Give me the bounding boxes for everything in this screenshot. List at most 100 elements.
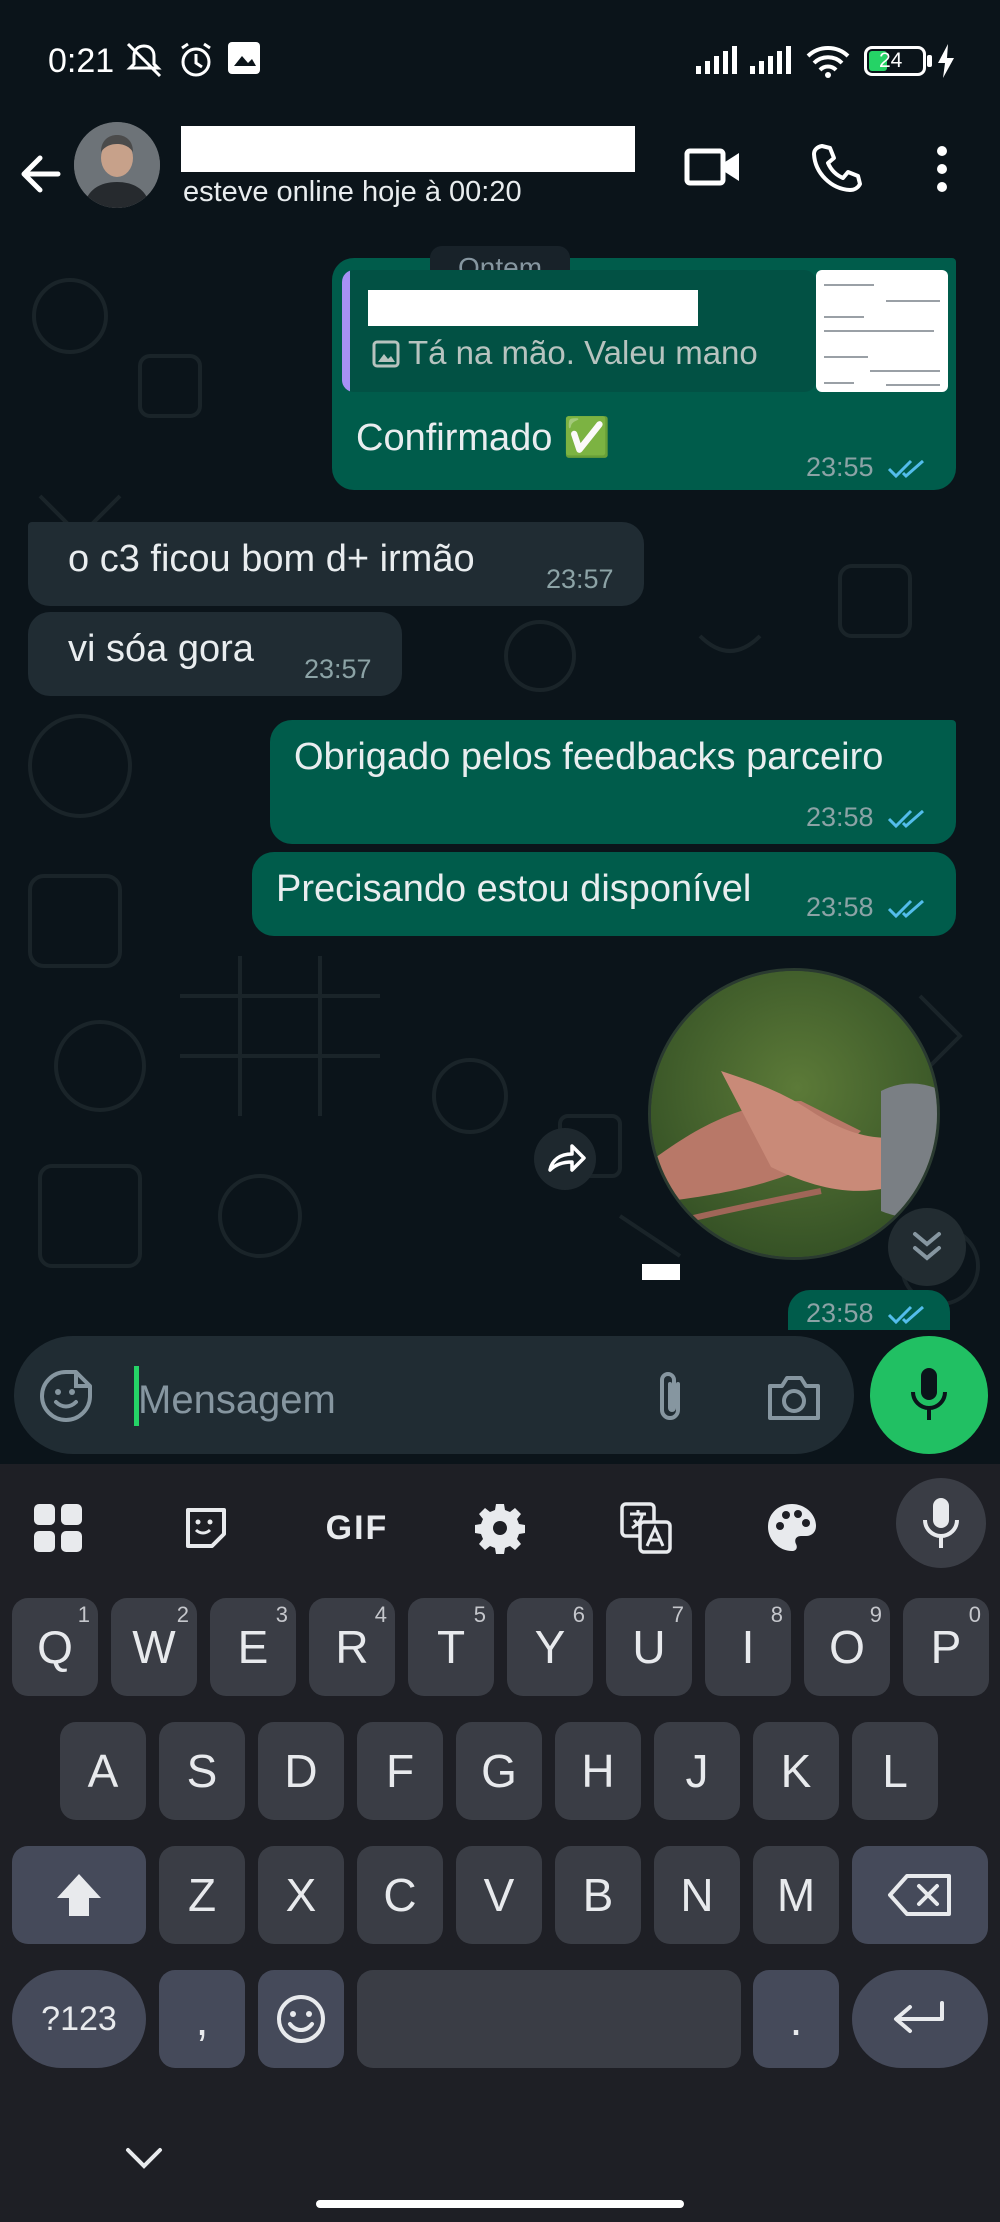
key-d[interactable]: D bbox=[258, 1722, 344, 1820]
message-time: 23:55 bbox=[806, 452, 927, 483]
key-s[interactable]: S bbox=[159, 1722, 245, 1820]
key-i[interactable]: I8 bbox=[705, 1598, 791, 1696]
key-k[interactable]: K bbox=[753, 1722, 839, 1820]
key-label: . bbox=[789, 1993, 803, 2045]
key-c[interactable]: C bbox=[357, 1846, 443, 1944]
battery-level: 24 bbox=[879, 49, 903, 72]
gif-button[interactable]: GIF bbox=[312, 1488, 402, 1568]
key-t[interactable]: T5 bbox=[408, 1598, 494, 1696]
apps-grid-button[interactable] bbox=[18, 1488, 98, 1568]
key-n[interactable]: N bbox=[654, 1846, 740, 1944]
shift-key[interactable] bbox=[12, 1846, 146, 1944]
sticker-icon[interactable] bbox=[38, 1368, 94, 1424]
compose-bar: Mensagem bbox=[0, 1330, 1000, 1464]
hide-keyboard-chevron-icon[interactable] bbox=[122, 2144, 166, 2174]
key-a[interactable]: A bbox=[60, 1722, 146, 1820]
theme-button[interactable] bbox=[752, 1488, 832, 1568]
key-p[interactable]: P0 bbox=[903, 1598, 989, 1696]
key-label: Q bbox=[37, 1621, 73, 1673]
key-hint: 1 bbox=[77, 1602, 90, 1627]
keyboard: G I F Q 1 W 2 E 3 R 4 T 5 Y 6 U 7 I 8 O 9 … bbox=[0, 1464, 1000, 2222]
translate-button[interactable] bbox=[606, 1488, 686, 1568]
emoji-icon bbox=[277, 1995, 325, 2043]
key-label: S bbox=[186, 1745, 218, 1797]
key-l[interactable]: L bbox=[852, 1722, 938, 1820]
key-b[interactable]: B bbox=[555, 1846, 641, 1944]
message-placeholder: Mensagem bbox=[138, 1378, 336, 1422]
key-q[interactable]: Q1 bbox=[12, 1598, 98, 1696]
status-bar: 0:21 24 bbox=[0, 0, 1000, 122]
key-label: , bbox=[195, 1993, 209, 2045]
contact-avatar[interactable] bbox=[74, 122, 160, 208]
forward-button[interactable] bbox=[534, 1128, 596, 1190]
quoted-message[interactable]: Tá na mão. Valeu mano bbox=[342, 270, 816, 392]
chat-header: esteve online hoje à 00:20 bbox=[0, 122, 1000, 236]
key-f[interactable]: F bbox=[357, 1722, 443, 1820]
message-time: 23:57 bbox=[546, 564, 614, 594]
gear-icon bbox=[475, 1504, 525, 1554]
image-notification-icon bbox=[228, 42, 260, 74]
key-v[interactable]: V bbox=[456, 1846, 542, 1944]
key-g[interactable]: G bbox=[456, 1722, 542, 1820]
key-x[interactable]: X bbox=[258, 1846, 344, 1944]
camera-icon[interactable] bbox=[766, 1372, 822, 1422]
voice-record-button[interactable] bbox=[870, 1336, 988, 1454]
read-ticks-icon bbox=[888, 809, 925, 828]
period-key[interactable]: . bbox=[753, 1970, 839, 2068]
message-time-text: 23:58 bbox=[806, 892, 874, 922]
message-input-box[interactable]: Mensagem bbox=[14, 1336, 854, 1454]
key-hint: 4 bbox=[374, 1602, 387, 1627]
symbols-key[interactable]: ?123 bbox=[12, 1970, 146, 2068]
video-call-icon[interactable] bbox=[684, 142, 744, 192]
key-u[interactable]: U7 bbox=[606, 1598, 692, 1696]
key-label: I bbox=[741, 1621, 755, 1673]
more-options-icon[interactable] bbox=[930, 144, 954, 194]
key-hint: 0 bbox=[968, 1602, 981, 1627]
enter-icon bbox=[894, 2001, 944, 2033]
key-label: F bbox=[385, 1745, 415, 1797]
key-label: C bbox=[383, 1869, 417, 1921]
attach-icon[interactable] bbox=[652, 1370, 688, 1424]
key-z[interactable]: Z bbox=[159, 1846, 245, 1944]
key-o[interactable]: O9 bbox=[804, 1598, 890, 1696]
shift-arrow-icon bbox=[57, 1874, 101, 1916]
quote-accent-bar bbox=[342, 270, 350, 392]
key-j[interactable]: J bbox=[654, 1722, 740, 1820]
receipt-thumbnail[interactable] bbox=[816, 270, 948, 392]
key-label: N bbox=[680, 1869, 714, 1921]
key-label: W bbox=[132, 1621, 176, 1673]
key-r[interactable]: R4 bbox=[309, 1598, 395, 1696]
signal-icon bbox=[696, 46, 737, 74]
key-hint: 8 bbox=[770, 1602, 783, 1627]
backspace-icon bbox=[888, 1874, 951, 1916]
read-ticks-icon bbox=[888, 1305, 925, 1324]
key-e[interactable]: E3 bbox=[210, 1598, 296, 1696]
sticker-keyboard-button[interactable] bbox=[166, 1488, 246, 1568]
status-time: 0:21 bbox=[48, 42, 115, 80]
enter-key[interactable] bbox=[852, 1970, 988, 2068]
key-label: B bbox=[582, 1869, 614, 1921]
key-w[interactable]: W2 bbox=[111, 1598, 197, 1696]
backspace-key[interactable] bbox=[852, 1846, 988, 1944]
message-list[interactable]: Ontem Tá na mão. Valeu mano Confirmado ✅… bbox=[0, 236, 1000, 1330]
message-time: 23:58 bbox=[806, 1298, 927, 1329]
message-time: 23:58 bbox=[806, 892, 927, 923]
scroll-to-bottom-button[interactable] bbox=[888, 1208, 966, 1286]
home-indicator[interactable] bbox=[316, 2200, 684, 2208]
voice-typing-button[interactable] bbox=[896, 1478, 986, 1568]
message-time: 23:57 bbox=[304, 654, 372, 684]
message-text: o c3 ficou bom d+ irmão bbox=[68, 538, 475, 580]
space-key[interactable] bbox=[357, 1970, 741, 2068]
key-m[interactable]: M bbox=[753, 1846, 839, 1944]
emoji-key[interactable] bbox=[258, 1970, 344, 2068]
keyboard-settings-button[interactable] bbox=[460, 1488, 540, 1568]
back-arrow-icon[interactable] bbox=[18, 144, 68, 204]
double-chevron-down-icon bbox=[913, 1232, 941, 1261]
contact-name-redacted[interactable] bbox=[181, 126, 635, 172]
comma-key[interactable]: , bbox=[159, 1970, 245, 2068]
key-y[interactable]: Y6 bbox=[507, 1598, 593, 1696]
phone-call-icon[interactable] bbox=[808, 140, 864, 196]
key-h[interactable]: H bbox=[555, 1722, 641, 1820]
signal-icon-2 bbox=[750, 46, 791, 74]
key-hint: 3 bbox=[275, 1602, 288, 1627]
